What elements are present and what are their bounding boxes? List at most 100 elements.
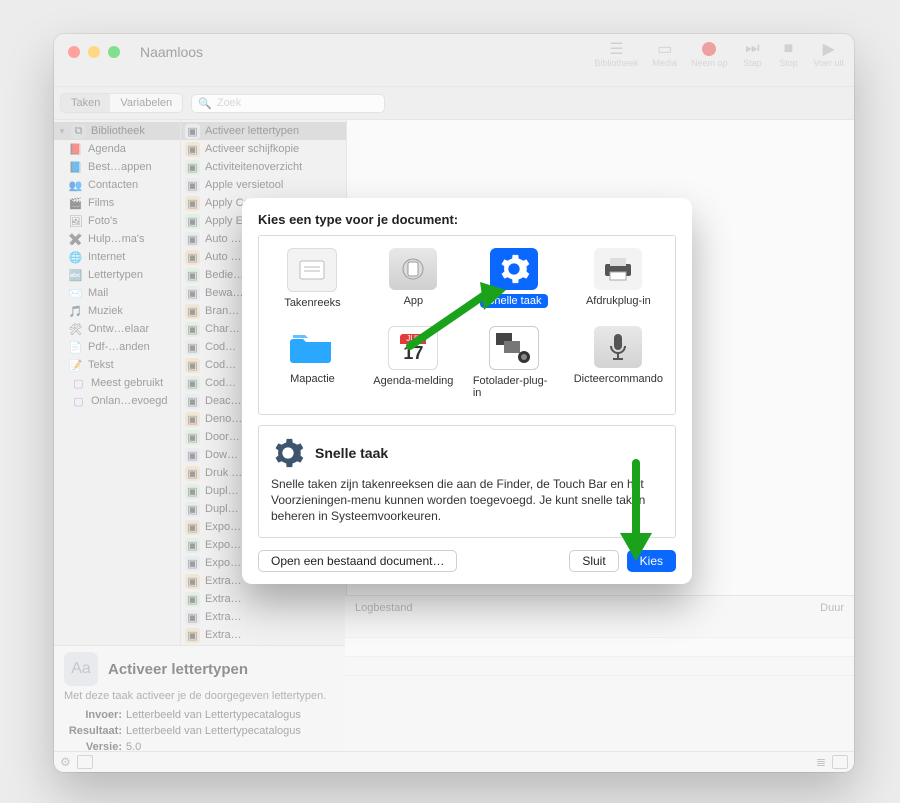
- toolbar-library[interactable]: ☰ Bibliotheek: [594, 40, 638, 68]
- log-toggle[interactable]: [832, 755, 848, 769]
- workflow-icon: [287, 248, 337, 292]
- action-icon: ▣: [185, 214, 200, 229]
- record-icon: [698, 40, 720, 58]
- smart-folder-icon: ▢: [71, 376, 86, 391]
- choose-button[interactable]: Kies: [627, 550, 676, 572]
- action-item[interactable]: ▣Extra…: [181, 626, 346, 644]
- files-icon: 📘: [68, 160, 83, 175]
- lib-item[interactable]: 🌐Internet: [54, 248, 180, 266]
- books-icon: ☰: [605, 40, 627, 58]
- action-icon: ▣: [185, 484, 200, 499]
- action-icon: ▣: [185, 574, 200, 589]
- type-quick-action[interactable]: Snelle taak: [467, 244, 562, 316]
- action-item[interactable]: ▣Extra…: [181, 590, 346, 608]
- fonts-icon: 🔤: [68, 268, 83, 283]
- lib-item[interactable]: 📄Pdf-…anden: [54, 338, 180, 356]
- lib-group-most-used[interactable]: ▢Meest gebruikt: [54, 374, 180, 392]
- list-view-icon[interactable]: ≣: [816, 755, 826, 769]
- document-type-dialog: Kies een type voor je document: Takenree…: [242, 198, 692, 584]
- desc-text: Snelle taken zijn takenreeksen die aan d…: [271, 476, 663, 525]
- log-body: [345, 619, 854, 752]
- action-icon: ▣: [185, 538, 200, 553]
- app-icon: [389, 248, 437, 290]
- type-image-capture-plugin[interactable]: Fotolader-plug-in: [467, 322, 562, 406]
- action-icon: ▣: [185, 124, 200, 139]
- text-icon: 📝: [68, 358, 83, 373]
- action-icon: ▣: [185, 286, 200, 301]
- type-calendar-alarm[interactable]: JUL17 Agenda-melding: [366, 322, 461, 406]
- search-input[interactable]: 🔍 Zoek: [191, 94, 385, 113]
- traffic-lights: [54, 34, 132, 58]
- gear-icon: [271, 436, 305, 470]
- printer-icon: [594, 248, 642, 290]
- music-icon: 🎵: [68, 304, 83, 319]
- inspector-toggle[interactable]: [77, 755, 93, 769]
- type-folder-action[interactable]: Mapactie: [265, 322, 360, 406]
- media-icon: ▭: [654, 40, 676, 58]
- disclosure-icon[interactable]: ▾: [58, 126, 66, 137]
- toolbar: ☰ Bibliotheek ▭ Media Neem op ⏭ Stap ■ S…: [594, 34, 854, 68]
- action-item[interactable]: ▣Activiteitenoverzicht: [181, 158, 346, 176]
- window-title: Naamloos: [132, 34, 203, 60]
- toolbar-record[interactable]: Neem op: [691, 40, 728, 68]
- utilities-icon: ✖️: [68, 232, 83, 247]
- open-existing-button[interactable]: Open een bestaand document…: [258, 550, 457, 572]
- action-icon: ▣: [185, 232, 200, 247]
- action-icon: ▣: [185, 142, 200, 157]
- lib-item[interactable]: 🖼Foto's: [54, 212, 180, 230]
- lib-item[interactable]: 📘Best…appen: [54, 158, 180, 176]
- action-info-panel: Aa Activeer lettertypen Met deze taak ac…: [54, 645, 345, 752]
- close-icon[interactable]: [68, 46, 80, 58]
- toolbar-step[interactable]: ⏭ Stap: [741, 40, 763, 68]
- tab-variables[interactable]: Variabelen: [110, 94, 182, 112]
- lib-item[interactable]: ✉️Mail: [54, 284, 180, 302]
- action-icon: ▣: [185, 160, 200, 175]
- type-app[interactable]: App: [366, 244, 461, 316]
- lib-item[interactable]: 👥Contacten: [54, 176, 180, 194]
- action-item[interactable]: ▣Apple versietool: [181, 176, 346, 194]
- lib-item[interactable]: ✖️Hulp…ma's: [54, 230, 180, 248]
- pdf-icon: 📄: [68, 340, 83, 355]
- tab-segment: Taken Variabelen: [60, 93, 183, 113]
- fonts-large-icon: Aa: [64, 652, 98, 686]
- action-icon: ▣: [185, 430, 200, 445]
- type-workflow[interactable]: Takenreeks: [265, 244, 360, 316]
- lib-group-recently-added[interactable]: ▢Onlan…evoegd: [54, 392, 180, 410]
- library-icon: ⧉: [71, 124, 86, 139]
- action-icon: ▣: [185, 610, 200, 625]
- contacts-icon: 👥: [68, 178, 83, 193]
- lib-item[interactable]: 🛠Ontw…elaar: [54, 320, 180, 338]
- lib-item[interactable]: 🔤Lettertypen: [54, 266, 180, 284]
- zoom-icon[interactable]: [108, 46, 120, 58]
- gear-selected-icon: [490, 248, 538, 290]
- lib-item[interactable]: 📝Tekst: [54, 356, 180, 374]
- minimize-icon[interactable]: [88, 46, 100, 58]
- close-button[interactable]: Sluit: [569, 550, 618, 572]
- action-icon: ▣: [185, 322, 200, 337]
- tab-actions[interactable]: Taken: [61, 94, 110, 112]
- action-item[interactable]: ▣Extra…: [181, 608, 346, 626]
- toolbar-run[interactable]: ▶ Voer uit: [813, 40, 844, 68]
- duration-label: Duur: [820, 602, 844, 614]
- action-item[interactable]: ▣Activeer schijfkopie: [181, 140, 346, 158]
- toolbar-media[interactable]: ▭ Media: [652, 40, 677, 68]
- library-root[interactable]: ▾ ⧉ Bibliotheek: [54, 122, 180, 140]
- type-dictation-command[interactable]: Dicteercommando: [568, 322, 669, 406]
- gear-icon[interactable]: ⚙︎: [60, 755, 71, 769]
- action-icon: ▣: [185, 394, 200, 409]
- type-print-plugin[interactable]: Afdrukplug-in: [568, 244, 669, 316]
- category-column: ▾ ⧉ Bibliotheek 📕Agenda 📘Best…appen 👥Con…: [54, 120, 181, 649]
- action-item[interactable]: ▣Activeer lettertypen: [181, 122, 346, 140]
- lib-item[interactable]: 🎵Muziek: [54, 302, 180, 320]
- dialog-buttons: Open een bestaand document… Sluit Kies: [258, 550, 676, 572]
- action-icon: ▣: [185, 178, 200, 193]
- log-label: Logbestand: [355, 602, 413, 614]
- play-icon: ▶: [818, 40, 840, 58]
- action-icon: ▣: [185, 196, 200, 211]
- titlebar: Naamloos ☰ Bibliotheek ▭ Media Neem op ⏭…: [54, 34, 854, 87]
- lib-item[interactable]: 📕Agenda: [54, 140, 180, 158]
- action-icon: ▣: [185, 502, 200, 517]
- toolbar-stop[interactable]: ■ Stop: [777, 40, 799, 68]
- lib-item[interactable]: 🎬Films: [54, 194, 180, 212]
- calendar-icon: 📕: [68, 142, 83, 157]
